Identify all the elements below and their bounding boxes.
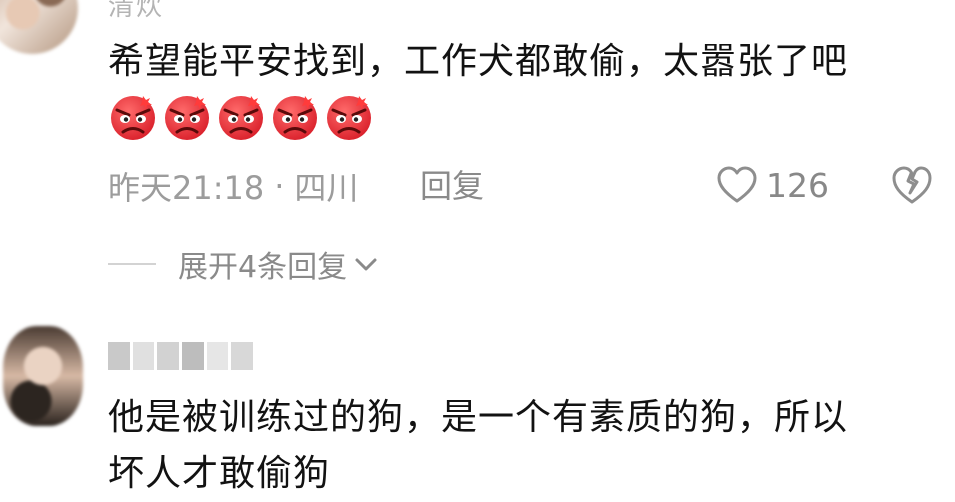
angry-face-emoji — [111, 96, 155, 140]
username-mosaic[interactable] — [108, 336, 254, 370]
angry-face-emoji — [165, 96, 209, 140]
chevron-down-icon — [355, 258, 377, 271]
reply-button[interactable]: 回复 — [420, 166, 484, 206]
like-button[interactable]: 126 — [716, 163, 829, 207]
broken-heart-icon[interactable] — [890, 163, 934, 207]
comment-username[interactable]: 清炊 — [108, 0, 164, 23]
expand-replies-label[interactable]: 展开4条回复 — [178, 242, 347, 286]
comment-text: 他是被训练过的狗，是一个有素质的狗，所以 坏人才敢偷狗 — [108, 397, 849, 494]
comment-item: 清炊 希望能平安找到，工作犬都敢偷，太嚣张了吧 昨天21:18 · 四川 回复 … — [0, 0, 955, 300]
comment-time: 昨天21:18 — [108, 169, 265, 207]
divider-line — [108, 263, 156, 265]
meta-separator: · — [274, 167, 285, 205]
emoji-row — [108, 92, 374, 142]
comment-meta: 昨天21:18 · 四川 — [108, 166, 359, 207]
angry-face-emoji — [327, 96, 371, 140]
avatar[interactable] — [0, 0, 78, 54]
avatar[interactable] — [3, 326, 83, 426]
like-count: 126 — [766, 165, 829, 205]
comment-location: 四川 — [294, 169, 359, 207]
expand-replies[interactable]: 展开4条回复 — [108, 242, 379, 286]
angry-face-emoji — [219, 96, 263, 140]
heart-outline-icon — [717, 166, 757, 203]
comment-text: 希望能平安找到，工作犬都敢偷，太嚣张了吧 — [108, 41, 849, 82]
angry-face-emoji — [273, 96, 317, 140]
comment-item: 他是被训练过的狗，是一个有素质的狗，所以 坏人才敢偷狗 — [0, 300, 955, 494]
